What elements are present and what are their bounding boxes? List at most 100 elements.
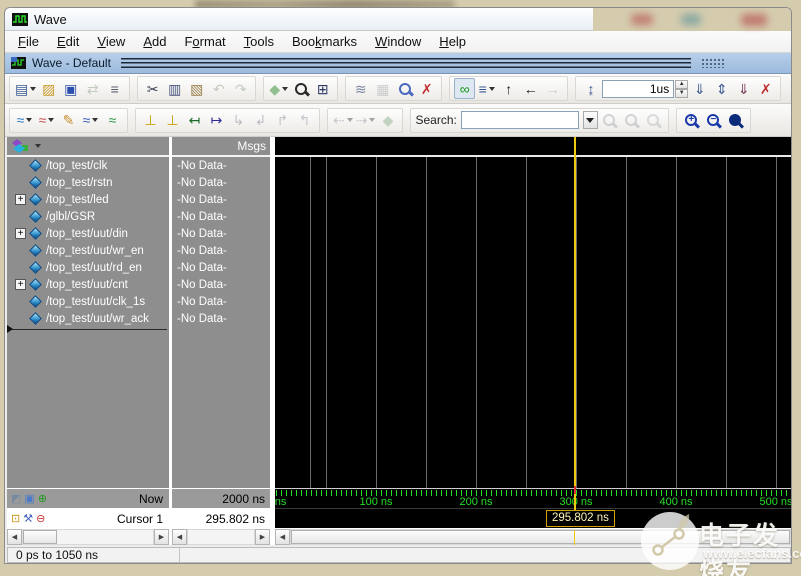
print-button[interactable]: ≡ — [104, 78, 125, 99]
paste-button[interactable]: ▧ — [186, 78, 207, 99]
time-input[interactable] — [602, 80, 674, 98]
run-next-button[interactable]: ⇓ — [689, 78, 710, 99]
waveform-grid[interactable] — [275, 157, 791, 488]
search-input[interactable] — [461, 111, 579, 129]
menu-edit[interactable]: Edit — [48, 32, 88, 51]
menu-format[interactable]: Format — [175, 32, 234, 51]
msgs-scroll-track[interactable] — [187, 529, 255, 545]
arrow-left-button[interactable]: ← — [520, 78, 541, 99]
find-in-files-button[interactable] — [394, 78, 415, 99]
save-button[interactable]: ▣ — [60, 78, 81, 99]
window-titlebar[interactable]: Wave — [5, 8, 791, 31]
new-file-button[interactable]: ▤ — [14, 78, 37, 99]
run-down-button[interactable]: ⇓ — [733, 78, 754, 99]
insert-cursor-button[interactable]: ⊥ — [140, 110, 161, 131]
cursor-row-label-cell[interactable]: ⊡ ⚒ ⊖ Cursor 1 — [7, 508, 169, 528]
add-wave-button[interactable]: ≈ — [14, 110, 35, 131]
search-dropdown-icon[interactable] — [583, 111, 598, 129]
run-updown-button[interactable]: ⇕ — [711, 78, 732, 99]
wrench-icon[interactable]: ⚒ — [23, 512, 33, 525]
signal-row[interactable]: /top_test/uut/wr_en — [7, 242, 169, 259]
delete-contents-button[interactable]: ✗ — [416, 78, 437, 99]
signal-row[interactable]: /top_test/uut/clk_1s — [7, 293, 169, 310]
cut-button[interactable]: ✂ — [142, 78, 163, 99]
time-cursor-line[interactable] — [574, 137, 576, 526]
arrow-up-button[interactable]: ↑ — [498, 78, 519, 99]
time-spinner[interactable]: ▲▼ — [675, 80, 688, 98]
wave-scrollbar[interactable]: ◀ — [275, 528, 791, 545]
zoom-in-button[interactable]: + — [681, 110, 702, 131]
signal-row[interactable]: +/top_test/uut/din — [7, 225, 169, 242]
chevron-down-icon[interactable] — [35, 144, 41, 148]
menu-tools[interactable]: Tools — [235, 32, 283, 51]
copy-button[interactable]: ▥ — [164, 78, 185, 99]
prev-transition-button[interactable]: ↤ — [184, 110, 205, 131]
signal-row[interactable]: /top_test/uut/wr_ack — [7, 310, 169, 327]
chevron-down-icon[interactable] — [369, 118, 375, 122]
save-format-button[interactable]: ≈ — [80, 110, 101, 131]
signal-row[interactable]: /top_test/uut/rd_en — [7, 259, 169, 276]
names-scroll-thumb[interactable] — [23, 530, 57, 544]
layers-button[interactable]: ≋ — [350, 78, 371, 99]
wave-scroll-thumb[interactable] — [291, 530, 790, 544]
scroll-left-icon[interactable]: ◀ — [275, 529, 290, 545]
scroll-right-icon[interactable]: ▶ — [255, 529, 270, 545]
delete-cursor-button[interactable]: ⊥ — [162, 110, 183, 131]
add-selected-button[interactable]: ◆ — [268, 78, 289, 99]
remove-cursor-icon[interactable]: ⊖ — [36, 512, 45, 525]
add-marker-icon[interactable]: ⊕ — [38, 492, 47, 505]
time-cursor-handle[interactable] — [574, 486, 576, 494]
edit-wave-button[interactable]: ✎ — [58, 110, 79, 131]
chevron-down-icon[interactable] — [347, 118, 353, 122]
goto-context-button[interactable]: ≡ — [476, 78, 497, 99]
msgs-scrollbar[interactable]: ◀ ▶ — [172, 528, 270, 545]
open-file-button[interactable]: ▨ — [38, 78, 59, 99]
names-scrollbar[interactable]: ◀ ▶ — [7, 528, 169, 545]
signal-row[interactable]: /top_test/rstn — [7, 174, 169, 191]
menu-bookmarks[interactable]: Bookmarks — [283, 32, 366, 51]
lock-icon[interactable]: ⊡ — [11, 512, 20, 525]
next-transition-button[interactable]: ↦ — [206, 110, 227, 131]
scroll-left-icon[interactable]: ◀ — [7, 529, 22, 545]
pane-grip[interactable] — [701, 58, 725, 68]
remove-wave-button[interactable]: ≈ — [36, 110, 57, 131]
menu-view[interactable]: View — [88, 32, 134, 51]
stop-run-button[interactable]: ✗ — [755, 78, 776, 99]
expand-plus-icon[interactable]: + — [15, 194, 26, 205]
chevron-down-icon[interactable] — [92, 118, 98, 122]
menu-file[interactable]: File — [9, 32, 48, 51]
chevron-down-icon[interactable] — [26, 118, 32, 122]
goto-time-button[interactable]: ↨ — [580, 78, 601, 99]
link-environment-button[interactable]: ∞ — [454, 78, 475, 99]
edit-mode-icon[interactable]: ◩ — [11, 492, 21, 505]
scroll-left-icon[interactable]: ◀ — [172, 529, 187, 545]
chevron-down-icon[interactable] — [489, 87, 495, 91]
menu-window[interactable]: Window — [366, 32, 430, 51]
expand-tree-button[interactable]: ⊞ — [312, 78, 333, 99]
spinner-down-icon[interactable]: ▼ — [675, 89, 688, 98]
signal-row[interactable]: +/top_test/uut/cnt — [7, 276, 169, 293]
signal-row[interactable]: +/top_test/led — [7, 191, 169, 208]
cursor-time-flag[interactable]: 295.802 ns — [546, 510, 615, 527]
window-link-icon[interactable]: ▣ — [24, 492, 34, 505]
spinner-up-icon[interactable]: ▲ — [675, 80, 688, 89]
chevron-down-icon[interactable] — [48, 118, 54, 122]
chevron-down-icon[interactable] — [282, 87, 288, 91]
zoom-full-button[interactable] — [725, 110, 746, 131]
names-scroll-track[interactable] — [22, 529, 154, 545]
export-wave-button[interactable]: ≈ — [102, 110, 123, 131]
expand-plus-icon[interactable]: + — [15, 279, 26, 290]
menu-help[interactable]: Help — [430, 32, 475, 51]
names-header[interactable] — [7, 137, 169, 157]
menu-add[interactable]: Add — [134, 32, 175, 51]
msgs-header[interactable]: Msgs — [172, 137, 270, 157]
chevron-down-icon[interactable] — [30, 87, 36, 91]
zoom-out-button[interactable]: − — [703, 110, 724, 131]
signal-row[interactable]: /glbl/GSR — [7, 208, 169, 225]
pane-titlebar[interactable]: Wave - Default — [5, 53, 791, 74]
scroll-right-icon[interactable]: ▶ — [154, 529, 169, 545]
expand-plus-icon[interactable]: + — [15, 228, 26, 239]
signal-row[interactable]: /top_test/clk — [7, 157, 169, 174]
find-button[interactable] — [290, 78, 311, 99]
wave-scroll-track[interactable] — [290, 529, 791, 545]
